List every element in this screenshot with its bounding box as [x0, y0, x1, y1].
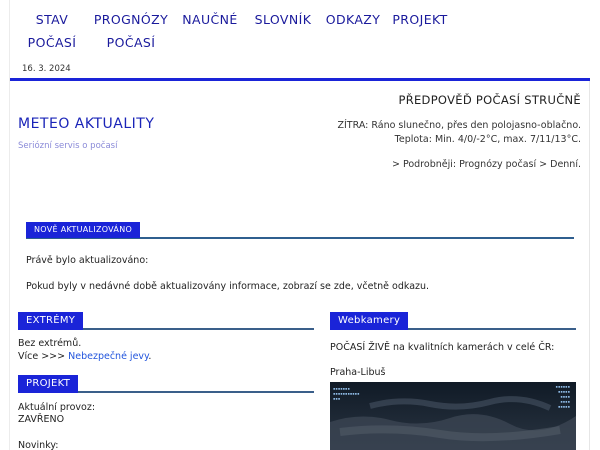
webcam-name: Praha-Libuš	[330, 367, 386, 378]
webcams-tag[interactable]: Webkamery	[330, 312, 409, 330]
webcams-intro: POČASÍ ŽIVĚ na kvalitních kamerách v cel…	[330, 342, 555, 353]
dangerous-phenomena-link[interactable]: Nebezpečné jevy	[68, 351, 148, 362]
project-news-label: Novinky:	[18, 440, 59, 450]
menu-item-odkazy[interactable]: ODKAZY	[322, 8, 384, 31]
menu-item-slovnik-label: SLOVNÍK	[254, 12, 312, 27]
updated-tag: NOVĚ AKTUALIZOVÁNO	[26, 222, 141, 238]
top-menu: STAV POČASÍ PROGNÓZY POČASÍ NAUČNÉ SLOVN…	[10, 0, 590, 78]
menu-item-stav-line2: POČASÍ	[27, 35, 77, 50]
extremes-more-prefix: Více >>>	[18, 351, 69, 362]
updated-line-2: Pokud byly v nedávné době aktualizovány …	[26, 281, 430, 292]
webcam-sky-image	[330, 382, 576, 450]
forecast-temperature: Teplota: Min. 4/0/-2°C, max. 7/11/13°C.	[394, 134, 581, 145]
menu-bottom-border	[10, 78, 590, 81]
menu-item-odkazy-label: ODKAZY	[325, 12, 381, 27]
menu-item-stav[interactable]: STAV POČASÍ	[18, 8, 86, 54]
menu-item-projekt[interactable]: PROJEKT	[390, 8, 450, 31]
webcam-image[interactable]: ▪▪▪▪▪▪▪ ▪▪▪▪▪▪▪▪▪▪▪ ▪▪▪ ▪▪▪▪▪▪ ▪▪▪▪▪ ▪▪▪▪ ▪▪▪…	[330, 382, 576, 450]
project-provoz-label: Aktuální provoz:	[18, 402, 96, 413]
extremes-more: Více >>> Nebezpečné jevy.	[18, 351, 151, 362]
forecast-more-link[interactable]: > Podrobněji: Prognózy počasí > Denní.	[392, 159, 581, 170]
webcam-overlay-right: ▪▪▪▪▪▪ ▪▪▪▪▪ ▪▪▪▪ ▪▪▪▪ ▪▪▪▪▪	[555, 384, 570, 409]
menu-item-naucne-label: NAUČNÉ	[182, 12, 238, 27]
menu-date: 16. 3. 2024	[22, 64, 71, 74]
site-title[interactable]: METEO AKTUALITY	[18, 116, 154, 132]
updated-line-1: Právě bylo aktualizováno:	[26, 255, 149, 266]
forecast-tomorrow: ZÍTRA: Ráno slunečno, přes den polojasno…	[337, 120, 581, 131]
extremes-more-suffix: .	[148, 351, 152, 362]
extremes-status: Bez extrémů.	[18, 338, 82, 349]
menu-item-projekt-label: PROJEKT	[392, 12, 448, 27]
menu-item-prognozy[interactable]: PROGNÓZY POČASÍ	[90, 8, 172, 54]
site-subtitle: Seriózní servis o počasí	[18, 141, 118, 151]
webcam-overlay-left: ▪▪▪▪▪▪▪ ▪▪▪▪▪▪▪▪▪▪▪ ▪▪▪	[333, 386, 360, 401]
menu-item-prognozy-line2: POČASÍ	[106, 35, 156, 50]
project-tag: PROJEKT	[18, 375, 79, 393]
project-provoz-value: ZAVŘENO	[18, 414, 65, 425]
menu-item-prognozy-line1: PROGNÓZY	[93, 12, 169, 27]
menu-item-naucne[interactable]: NAUČNÉ	[178, 8, 242, 31]
menu-item-stav-line1: STAV	[35, 12, 69, 27]
extremes-tag: EXTRÉMY	[18, 312, 84, 330]
forecast-title: PŘEDPOVĚĎ POČASÍ STRUČNĚ	[398, 93, 581, 107]
menu-item-slovnik[interactable]: SLOVNÍK	[250, 8, 316, 31]
